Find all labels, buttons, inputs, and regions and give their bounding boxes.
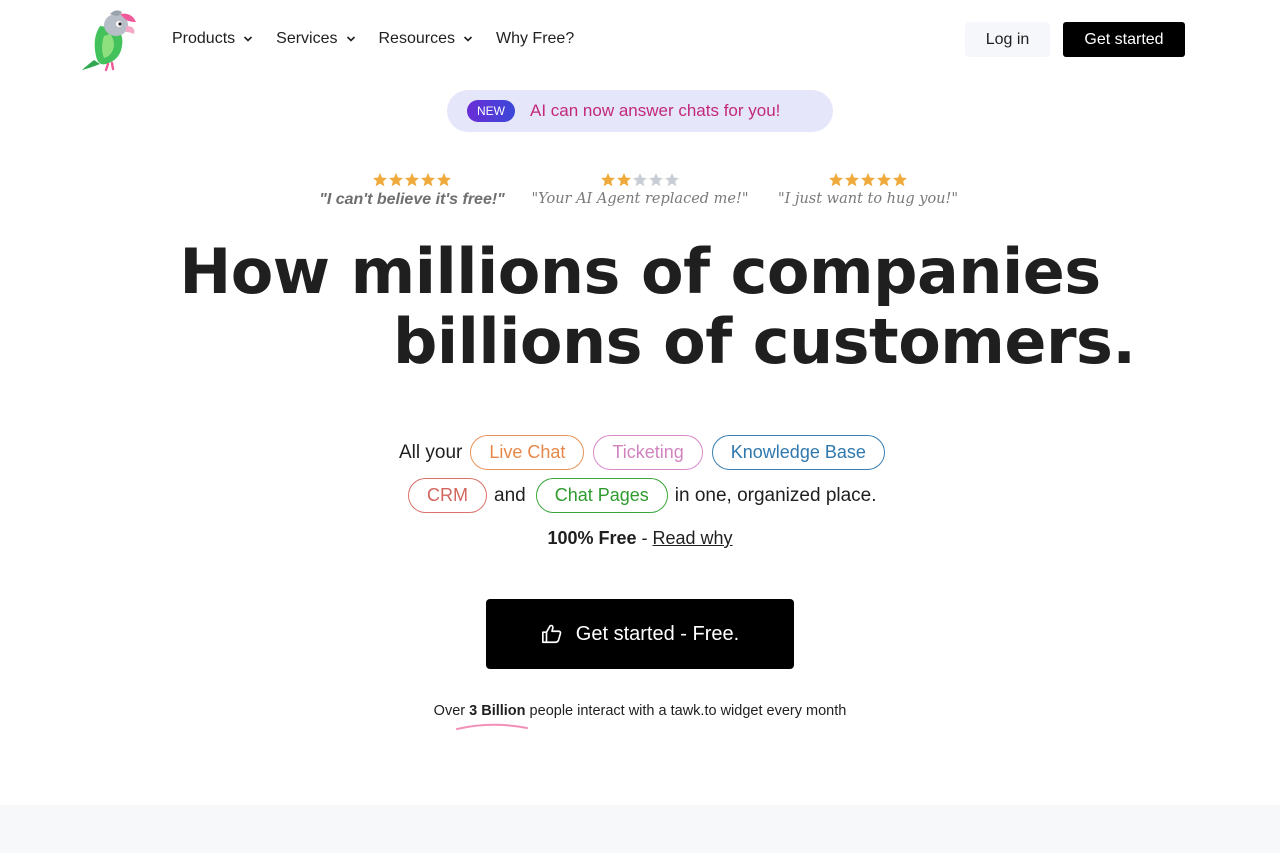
star-icon	[665, 173, 679, 187]
parrot-logo[interactable]	[80, 8, 140, 72]
star-rating	[292, 172, 532, 189]
stat-suffix: people interact with a tawk.to widget ev…	[525, 703, 847, 719]
knowledge-base-pill[interactable]: Knowledge Base	[711, 435, 885, 470]
main-nav: Products Services Resources Why Free?	[172, 28, 597, 50]
star-icon	[877, 173, 891, 187]
review-quote: "Your AI Agent replaced me!"	[531, 191, 749, 207]
star-icon	[649, 173, 663, 187]
chat-pages-pill[interactable]: Chat Pages	[535, 478, 668, 513]
star-icon	[601, 173, 615, 187]
ticketing-pill[interactable]: Ticketing	[593, 435, 703, 470]
star-icon	[437, 173, 451, 187]
free-separator: -	[636, 528, 653, 548]
star-icon	[633, 173, 647, 187]
crm-pill[interactable]: CRM	[408, 478, 487, 513]
site-header: Products Services Resources Why Free? Lo…	[0, 0, 1280, 80]
nav-services[interactable]: Services	[276, 28, 355, 50]
products-and: and	[494, 484, 526, 506]
stat-highlight: 3 Billion	[469, 703, 526, 719]
star-icon	[389, 173, 403, 187]
chevron-down-icon	[346, 36, 355, 42]
free-statement: 100% Free - Read why	[0, 528, 1280, 549]
new-badge: NEW	[467, 100, 515, 122]
chevron-down-icon	[244, 36, 253, 42]
nav-products[interactable]: Products	[172, 28, 253, 50]
review-quote: "I can't believe it's free!"	[319, 191, 505, 208]
products-prefix: All your	[399, 441, 463, 463]
star-icon	[405, 173, 419, 187]
get-started-button[interactable]: Get started	[1063, 22, 1185, 57]
get-started-free-button[interactable]: Get started - Free.	[486, 599, 794, 669]
nav-label: Services	[276, 30, 338, 47]
review-2: "Your AI Agent replaced me!"	[520, 172, 760, 207]
star-icon	[829, 173, 843, 187]
product-line-2: CRM and Chat Pages in one, organized pla…	[408, 478, 877, 513]
free-bold: 100% Free	[547, 528, 637, 548]
star-icon	[617, 173, 631, 187]
cta-label: Get started - Free.	[575, 622, 740, 645]
star-icon	[373, 173, 387, 187]
highlight-underline	[456, 723, 528, 730]
nav-label: Resources	[378, 30, 455, 47]
products-suffix: in one, organized place.	[674, 484, 877, 506]
announcement-banner[interactable]: NEW AI can now answer chats for you!	[447, 90, 833, 132]
nav-label: Why Free?	[495, 30, 575, 47]
live-chat-pill[interactable]: Live Chat	[470, 435, 585, 470]
next-section-band	[0, 805, 1280, 853]
nav-label: Products	[172, 30, 236, 47]
thumbs-up-icon	[541, 624, 562, 644]
star-icon	[861, 173, 875, 187]
headline-line-1: How millions of companies	[179, 235, 1101, 308]
star-rating	[520, 172, 760, 189]
product-line-1: All your Live Chat Ticketing Knowledge B…	[399, 435, 885, 470]
headline-line-2: billions of customers.	[393, 305, 1136, 378]
nav-why-free[interactable]: Why Free?	[496, 28, 574, 50]
review-quote: "I just want to hug you!"	[777, 191, 959, 207]
announcement-text: AI can now answer chats for you!	[530, 101, 781, 120]
star-icon	[845, 173, 859, 187]
review-3: "I just want to hug you!"	[748, 172, 988, 207]
review-1: "I can't believe it's free!"	[292, 172, 532, 209]
star-icon	[421, 173, 435, 187]
chevron-down-icon	[463, 36, 473, 42]
star-icon	[893, 173, 907, 187]
stat-prefix: Over	[433, 703, 470, 719]
login-button[interactable]: Log in	[965, 22, 1050, 57]
read-why-link[interactable]: Read why	[653, 528, 733, 548]
nav-resources[interactable]: Resources	[379, 28, 473, 50]
stat-line: Over 3 Billion people interact with a ta…	[0, 703, 1280, 719]
star-rating	[748, 172, 988, 189]
